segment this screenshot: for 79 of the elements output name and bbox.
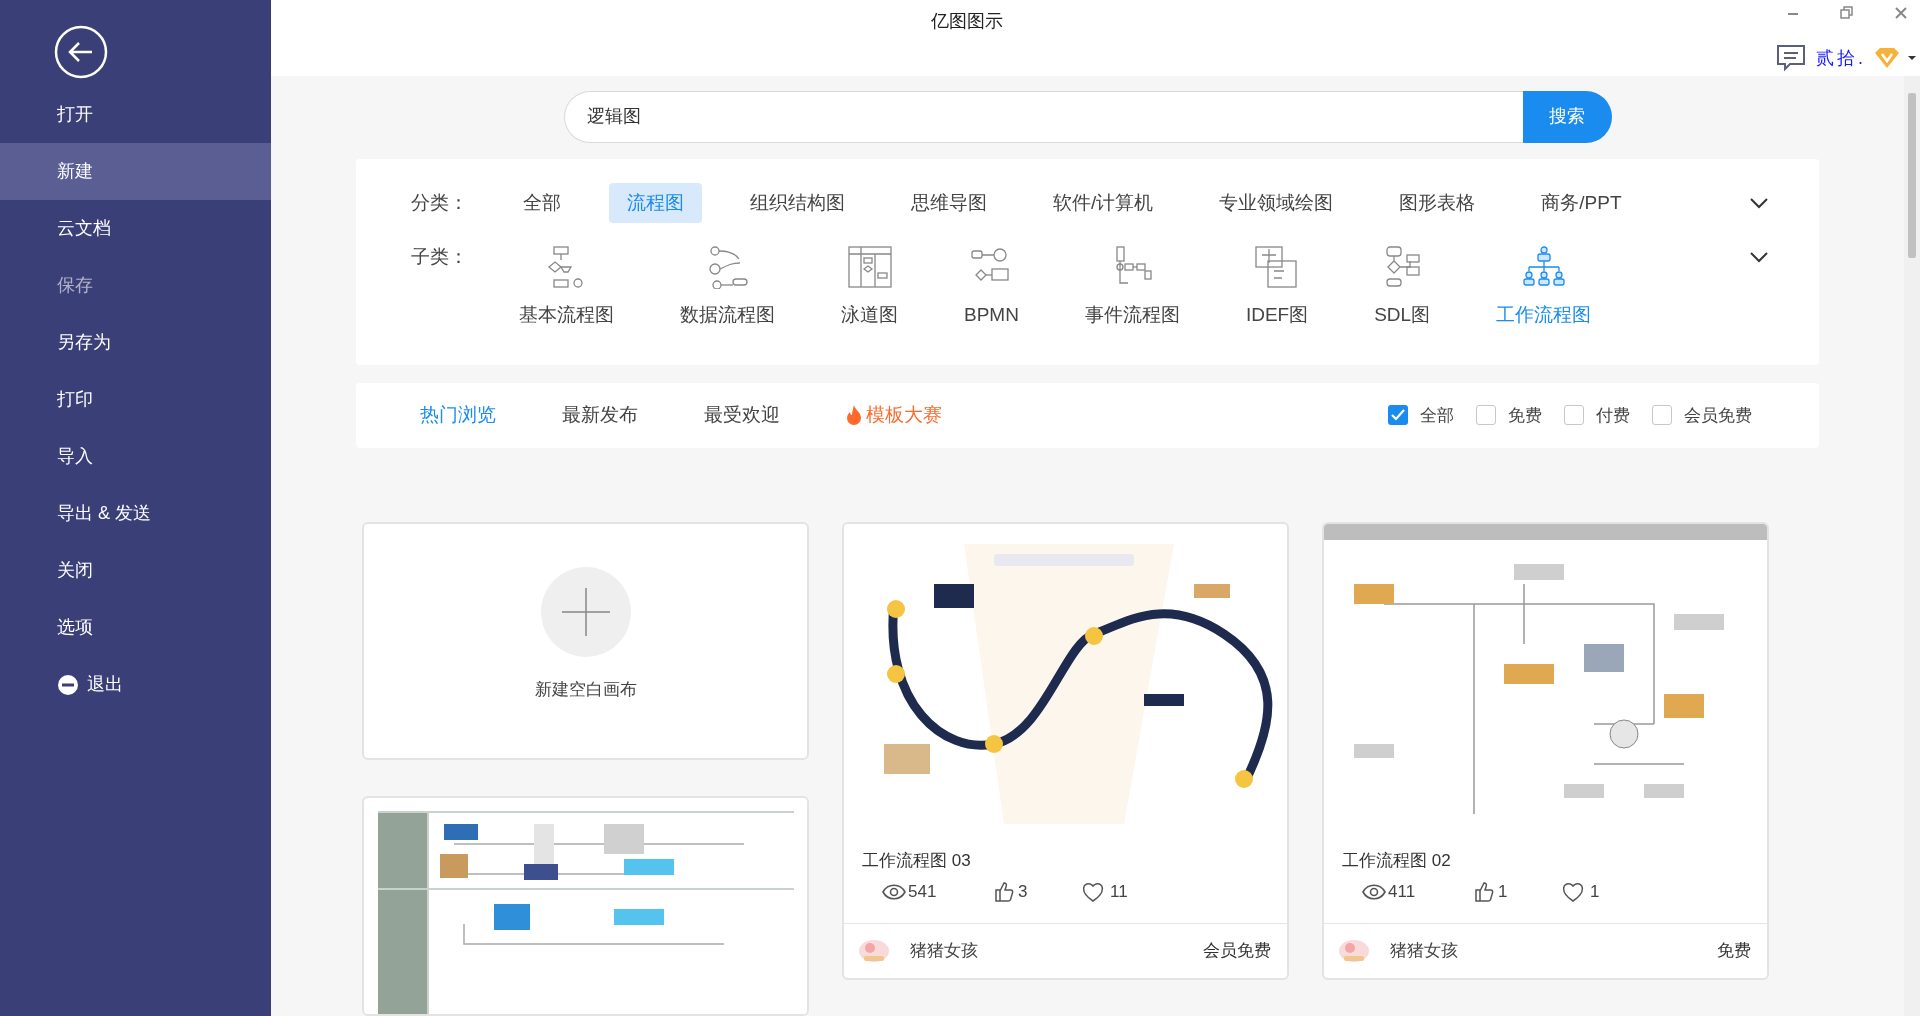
subcategory-item[interactable]: 泳道图	[841, 244, 898, 330]
checkbox-label[interactable]: 会员免费	[1684, 402, 1752, 428]
window-title: 亿图图示	[931, 10, 1003, 33]
checkbox-label[interactable]: 付费	[1596, 402, 1630, 428]
user-name[interactable]: 贰拾.	[1816, 44, 1866, 72]
avatar-icon	[1338, 937, 1370, 964]
subcategory-item[interactable]: BPMN	[964, 244, 1019, 330]
template-card[interactable]: 工作流程图 03 541 3 11 猪猪女孩 会员免费	[842, 522, 1289, 980]
view-count: 411	[1388, 880, 1416, 903]
message-icon[interactable]	[1776, 44, 1808, 72]
subcategory-item[interactable]: 基本流程图	[519, 244, 614, 330]
sort-tab[interactable]: 热门浏览	[420, 401, 496, 430]
close-icon[interactable]	[1894, 6, 1908, 20]
like-count: 1	[1498, 880, 1508, 903]
subcategory-item[interactable]: IDEF图	[1245, 244, 1309, 330]
favorite-count: 11	[1110, 880, 1128, 903]
checkbox-label[interactable]: 全部	[1420, 402, 1454, 428]
sidebar-item[interactable]: 打开	[0, 86, 271, 143]
author-name: 猪猪女孩	[910, 940, 979, 962]
subcategory-label: 子类：	[411, 244, 469, 269]
sidebar-item[interactable]: 新建	[0, 143, 271, 200]
sidebar-item[interactable]: 云文档	[0, 200, 271, 257]
sidebar-item[interactable]: 另存为	[0, 314, 271, 371]
category-tab[interactable]: 全部	[505, 182, 579, 223]
thumbs-up-icon[interactable]	[1474, 881, 1494, 902]
thumbs-up-icon[interactable]	[994, 881, 1014, 902]
category-tab[interactable]: 商务/PPT	[1523, 182, 1640, 223]
plus-icon	[540, 567, 631, 657]
checkbox[interactable]	[1388, 405, 1408, 426]
diagram-icon	[1520, 244, 1567, 289]
category-label: 分类：	[411, 190, 469, 215]
search-field[interactable]: 逻辑图	[563, 91, 1523, 143]
category-tab[interactable]: 专业领域绘图	[1201, 182, 1352, 223]
new-canvas-label: 新建空白画布	[534, 679, 637, 701]
price-label: 免费	[1717, 940, 1751, 962]
sidebar-item[interactable]: 退出	[87, 671, 123, 698]
subcategory-item[interactable]: SDL图	[1374, 244, 1431, 330]
template-title: 工作流程图 03	[861, 850, 972, 872]
checkbox[interactable]	[1476, 405, 1496, 426]
new-blank-canvas-card[interactable]: 新建空白画布	[362, 522, 809, 760]
restore-icon[interactable]	[1840, 6, 1854, 20]
checkbox[interactable]	[1564, 405, 1584, 426]
checkbox[interactable]	[1652, 405, 1672, 426]
subcategory-item[interactable]: 工作流程图	[1496, 244, 1592, 330]
category-tab[interactable]: 组织结构图	[732, 182, 863, 223]
flame-icon	[846, 405, 862, 426]
sort-tab[interactable]: 最新发布	[562, 401, 638, 430]
chevron-down-icon[interactable]	[1749, 250, 1769, 263]
chevron-down-icon[interactable]	[1749, 196, 1769, 209]
heart-icon[interactable]	[1082, 881, 1104, 902]
sidebar-item[interactable]: 选项	[0, 599, 271, 656]
like-count: 3	[1018, 880, 1028, 903]
subcategory-item[interactable]: 数据流程图	[680, 244, 775, 330]
scrollbar-thumb[interactable]	[1908, 93, 1916, 258]
diagram-icon	[846, 244, 893, 289]
heart-icon[interactable]	[1562, 881, 1584, 902]
sidebar-item[interactable]: 打印	[0, 371, 271, 428]
category-tab[interactable]: 软件/计算机	[1035, 182, 1172, 223]
sort-tab[interactable]: 最受欢迎	[704, 401, 780, 430]
sidebar-item[interactable]: 关闭	[0, 542, 271, 599]
eye-icon	[1362, 883, 1386, 900]
checkbox-label[interactable]: 免费	[1508, 402, 1542, 428]
template-card[interactable]: 工作流程图 02 411 1 1 猪猪女孩 免费	[1322, 522, 1769, 980]
price-label: 会员免费	[1203, 940, 1271, 962]
subcategory-item[interactable]: 事件流程图	[1084, 244, 1180, 330]
sidebar-item[interactable]: 导出 & 发送	[0, 485, 271, 542]
author-name: 猪猪女孩	[1390, 940, 1459, 962]
avatar-icon	[858, 937, 890, 964]
sidebar-item[interactable]: 导入	[0, 428, 271, 485]
eye-icon	[882, 883, 906, 900]
category-tab[interactable]: 思维导图	[893, 182, 1005, 223]
vip-diamond-icon	[1874, 47, 1900, 69]
back-icon[interactable]	[54, 25, 108, 79]
view-count: 541	[908, 880, 937, 903]
template-title: 工作流程图 02	[1341, 850, 1452, 872]
caret-icon[interactable]	[1908, 55, 1916, 61]
favorite-count: 1	[1590, 880, 1600, 903]
exit-icon[interactable]	[57, 673, 79, 696]
category-tab[interactable]: 图形表格	[1381, 182, 1494, 223]
